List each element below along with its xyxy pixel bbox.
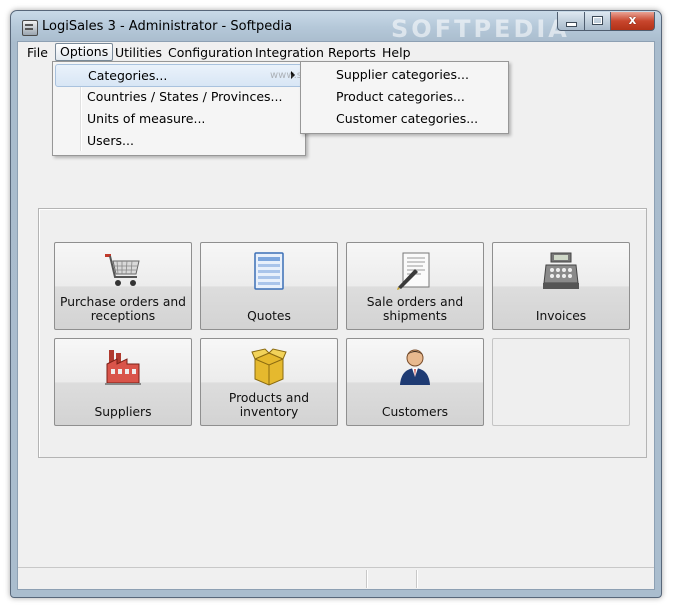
tile-label: Quotes [247,309,291,323]
maximize-button[interactable] [584,12,611,31]
menu-item-countries[interactable]: Countries / States / Provinces... [55,86,282,107]
tile-label: Suppliers [94,405,152,419]
invoices-button[interactable]: Invoices [492,242,630,330]
quote-document-icon [254,252,284,290]
purchase-orders-button[interactable]: Purchase orders and receptions [54,242,192,330]
customers-button[interactable]: Customers [346,338,484,426]
window-title: LogiSales 3 - Administrator - Softpedia [42,19,293,34]
menu-item-supplier-categories[interactable]: Supplier categories... [303,64,506,85]
menu-item-label: Categories... [88,68,168,83]
menu-item-customer-categories[interactable]: Customer categories... [303,108,506,129]
categories-submenu: Supplier categories... Product categorie… [300,61,509,134]
menu-integration[interactable]: Integration [251,44,328,61]
contract-pen-icon [397,252,430,290]
options-dropdown-menu: Categories... Countries / States / Provi… [52,61,306,156]
close-button[interactable]: x [610,12,655,31]
suppliers-button[interactable]: Suppliers [54,338,192,426]
menu-item-categories[interactable]: Categories... [55,64,303,87]
cash-register-icon [543,252,579,289]
app-icon[interactable] [22,20,38,36]
shopping-cart-icon [105,254,140,286]
box-icon [251,348,287,386]
status-divider [366,570,367,588]
status-divider [416,570,417,588]
menu-item-users[interactable]: Users... [55,130,134,151]
tile-label: Purchase orders and receptions [60,295,186,323]
menu-reports[interactable]: Reports [324,44,380,61]
module-panel: Purchase orders and receptions Quotes Sa… [38,208,647,458]
tile-label: Products and inventory [228,391,310,419]
menu-bar: File Options Utilities Configuration Int… [18,42,654,63]
factory-icon [105,350,141,385]
tile-label: Invoices [535,309,587,323]
menu-item-units-of-measure[interactable]: Units of measure... [55,108,205,129]
menu-file[interactable]: File [23,44,52,61]
products-inventory-button[interactable]: Products and inventory [200,338,338,426]
customer-person-icon [400,349,430,385]
empty-tile-slot [492,338,630,426]
menu-help[interactable]: Help [378,44,415,61]
close-icon: x [628,13,637,27]
menu-utilities[interactable]: Utilities [111,44,166,61]
tile-label: Sale orders and shipments [366,295,464,323]
tile-label: Customers [381,405,449,419]
menu-item-product-categories[interactable]: Product categories... [303,86,506,107]
quotes-button[interactable]: Quotes [200,242,338,330]
title-bar[interactable]: LogiSales 3 - Administrator - Softpedia … [11,11,661,43]
softpedia-watermark: SOFTPEDIA [391,15,570,43]
minimize-button[interactable] [557,12,585,31]
menu-configuration[interactable]: Configuration [164,44,257,61]
menu-options[interactable]: Options [55,43,114,61]
sale-orders-button[interactable]: Sale orders and shipments [346,242,484,330]
status-bar [18,567,654,589]
